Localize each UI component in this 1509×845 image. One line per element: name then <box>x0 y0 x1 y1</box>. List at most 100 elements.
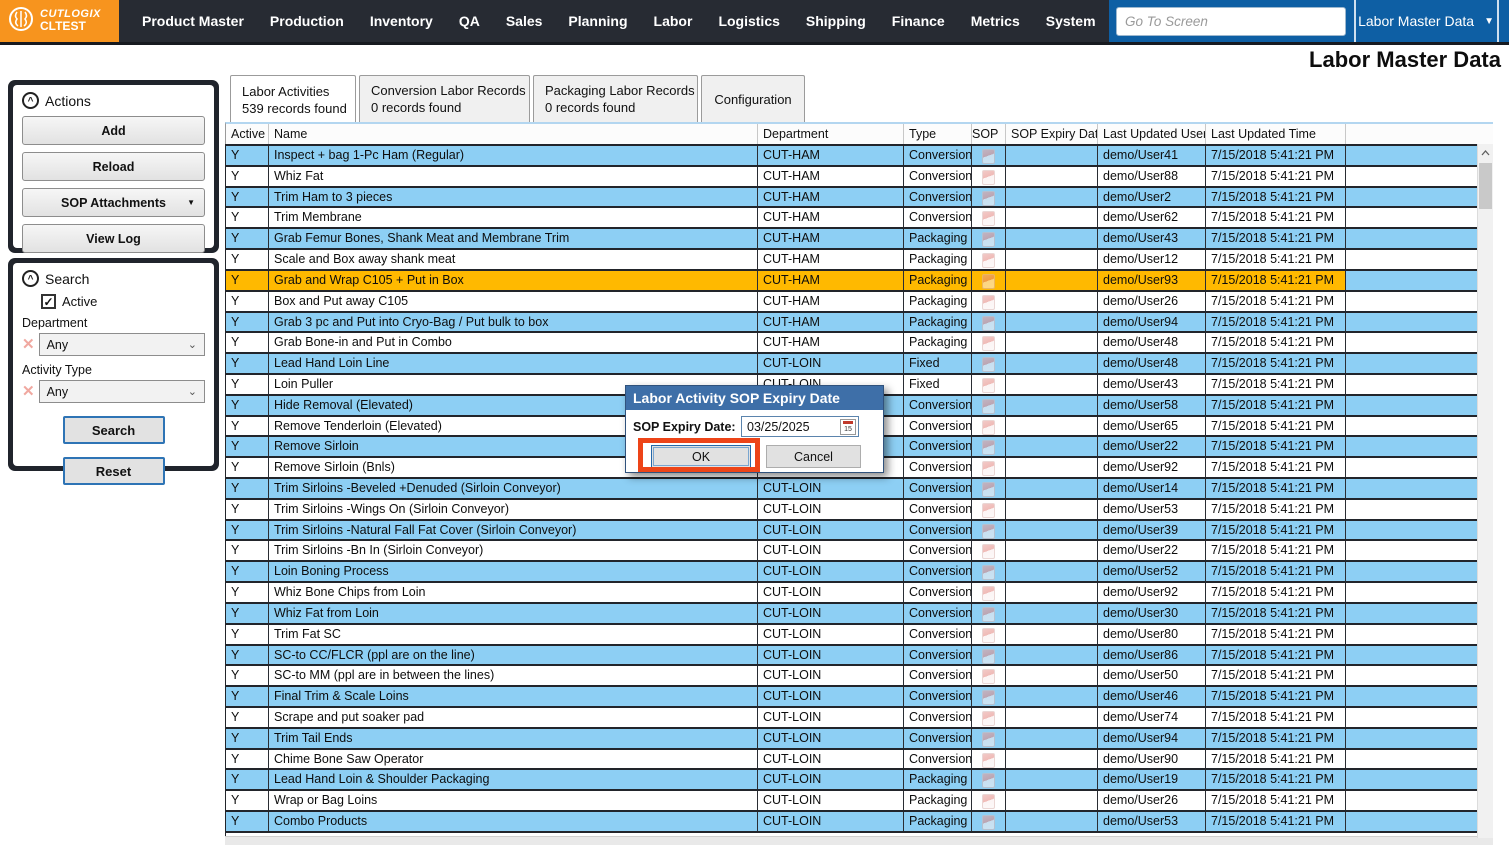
table-row[interactable]: Y Trim Sirloins -Bn In (Sirloin Conveyor… <box>226 539 1493 560</box>
tab[interactable]: Conversion Labor Records 0 records found <box>359 75 530 122</box>
pdf-icon[interactable] <box>982 690 995 705</box>
cell-sop[interactable] <box>972 354 1006 373</box>
table-row[interactable]: Y Grab Femur Bones, Shank Meat and Membr… <box>226 227 1493 248</box>
nav-menu-item[interactable]: Shipping <box>793 13 879 29</box>
cell-sop[interactable] <box>972 625 1006 644</box>
column-header-type[interactable]: Type <box>904 124 972 144</box>
table-row[interactable]: Y Trim Sirloins -Wings On (Sirloin Conve… <box>226 498 1493 519</box>
table-row[interactable]: Y Trim Membrane CUT-HAM Conversion demo/… <box>226 206 1493 227</box>
cell-sop[interactable] <box>972 188 1006 207</box>
table-row[interactable]: Y Grab Bone-in and Put in Combo CUT-HAM … <box>226 331 1493 352</box>
cell-sop[interactable] <box>972 729 1006 748</box>
table-row[interactable]: Y Trim Tail Ends CUT-LOIN Conversion dem… <box>226 727 1493 748</box>
cancel-button[interactable]: Cancel <box>766 445 861 468</box>
pdf-icon[interactable] <box>982 253 995 268</box>
table-row[interactable]: Y Trim Sirloins -Beveled +Denuded (Sirlo… <box>226 477 1493 498</box>
collapse-actions-icon[interactable]: ^ <box>22 92 39 109</box>
activity-type-select[interactable]: Any ⌄ <box>39 380 205 403</box>
pdf-icon[interactable] <box>982 628 995 643</box>
view-log-button[interactable]: View Log <box>22 224 205 253</box>
cell-sop[interactable] <box>972 583 1006 602</box>
pdf-icon[interactable] <box>982 316 995 331</box>
tab[interactable]: Packaging Labor Records 0 records found <box>533 75 698 122</box>
pdf-icon[interactable] <box>982 336 995 351</box>
table-row[interactable]: Y Lead Hand Loin Line CUT-LOIN Fixed dem… <box>226 352 1493 373</box>
pdf-icon[interactable] <box>982 295 995 310</box>
pdf-icon[interactable] <box>982 440 995 455</box>
cell-sop[interactable] <box>972 750 1006 769</box>
cell-sop[interactable] <box>972 375 1006 394</box>
pdf-icon[interactable] <box>982 503 995 518</box>
cell-sop[interactable] <box>972 562 1006 581</box>
table-row[interactable]: Y Trim Ham to 3 pieces CUT-HAM Conversio… <box>226 186 1493 207</box>
nav-menu-item[interactable]: Labor <box>641 13 706 29</box>
pdf-icon[interactable] <box>982 191 995 206</box>
nav-menu-item[interactable]: Logistics <box>705 13 792 29</box>
pdf-icon[interactable] <box>982 565 995 580</box>
department-select[interactable]: Any ⌄ <box>39 333 205 356</box>
go-to-screen-input[interactable] <box>1116 7 1346 36</box>
table-row[interactable]: Y Box and Put away C105 CUT-HAM Packagin… <box>226 290 1493 311</box>
table-row[interactable]: Y SC-to CC/FLCR (ppl are on the line) CU… <box>226 644 1493 665</box>
column-header-name[interactable]: Name <box>269 124 758 144</box>
cell-sop[interactable] <box>972 666 1006 685</box>
cell-sop[interactable] <box>972 521 1006 540</box>
table-row[interactable]: Y Grab 3 pc and Put into Cryo-Bag / Put … <box>226 311 1493 332</box>
column-header-sop[interactable]: SOP <box>972 124 1006 144</box>
pdf-icon[interactable] <box>982 482 995 497</box>
column-header-active[interactable]: Active <box>226 124 269 144</box>
column-header-last-updated-time[interactable]: Last Updated Time <box>1206 124 1346 144</box>
pdf-icon[interactable] <box>982 544 995 559</box>
cell-sop[interactable] <box>972 250 1006 269</box>
clear-department-icon[interactable]: ✕ <box>22 337 35 352</box>
horizontal-scrollbar[interactable] <box>225 836 1493 845</box>
cell-sop[interactable] <box>972 292 1006 311</box>
reload-button[interactable]: Reload <box>22 152 205 181</box>
tab[interactable]: Configuration <box>701 75 805 122</box>
sop-attachments-dropdown[interactable]: SOP Attachments ▼ <box>22 188 205 217</box>
calendar-icon[interactable]: 15 <box>840 419 856 435</box>
pdf-icon[interactable] <box>982 607 995 622</box>
pdf-icon[interactable] <box>982 732 995 747</box>
cell-sop[interactable] <box>972 458 1006 477</box>
table-row[interactable]: Y Whiz Fat CUT-HAM Conversion demo/User8… <box>226 165 1493 186</box>
active-checkbox[interactable]: ✓ <box>41 294 56 309</box>
column-header-department[interactable]: Department <box>758 124 904 144</box>
cell-sop[interactable] <box>972 437 1006 456</box>
pdf-icon[interactable] <box>982 773 995 788</box>
tab[interactable]: Labor Activities 539 records found <box>230 75 356 123</box>
cell-sop[interactable] <box>972 812 1006 831</box>
pdf-icon[interactable] <box>982 524 995 539</box>
screen-selector-dropdown[interactable]: Labor Master Data ▼ <box>1356 0 1499 42</box>
pdf-icon[interactable] <box>982 669 995 684</box>
table-row[interactable]: Y Grab and Wrap C105 + Put in Box CUT-HA… <box>226 269 1493 290</box>
pdf-icon[interactable] <box>982 794 995 809</box>
pdf-icon[interactable] <box>982 149 995 164</box>
cell-sop[interactable] <box>972 791 1006 810</box>
nav-menu-item[interactable]: Finance <box>879 13 958 29</box>
cell-sop[interactable] <box>972 146 1006 165</box>
table-row[interactable]: Y Final Trim & Scale Loins CUT-LOIN Conv… <box>226 685 1493 706</box>
cell-sop[interactable] <box>972 208 1006 227</box>
nav-menu-item[interactable]: Production <box>257 13 357 29</box>
nav-menu-item[interactable]: QA <box>446 13 493 29</box>
table-row[interactable]: Y Loin Boning Process CUT-LOIN Conversio… <box>226 560 1493 581</box>
pdf-icon[interactable] <box>982 649 995 664</box>
table-row[interactable]: Y Scale and Box away shank meat CUT-HAM … <box>226 248 1493 269</box>
table-row[interactable]: Y Scrape and put soaker pad CUT-LOIN Con… <box>226 706 1493 727</box>
pdf-icon[interactable] <box>982 753 995 768</box>
cell-sop[interactable] <box>972 333 1006 352</box>
pdf-icon[interactable] <box>982 461 995 476</box>
cell-sop[interactable] <box>972 396 1006 415</box>
table-row[interactable]: Y Trim Fat SC CUT-LOIN Conversion demo/U… <box>226 623 1493 644</box>
cell-sop[interactable] <box>972 770 1006 789</box>
pdf-icon[interactable] <box>982 232 995 247</box>
pdf-icon[interactable] <box>982 357 995 372</box>
table-row[interactable]: Y Chime Bone Saw Operator CUT-LOIN Conve… <box>226 748 1493 769</box>
table-row[interactable]: Y Lead Hand Loin & Shoulder Packaging CU… <box>226 768 1493 789</box>
cell-sop[interactable] <box>972 479 1006 498</box>
cell-sop[interactable] <box>972 313 1006 332</box>
table-row[interactable]: Y Combo Products CUT-LOIN Packaging demo… <box>226 810 1493 831</box>
collapse-search-icon[interactable]: ^ <box>22 270 39 287</box>
column-header-last-updated-user[interactable]: Last Updated User <box>1098 124 1206 144</box>
